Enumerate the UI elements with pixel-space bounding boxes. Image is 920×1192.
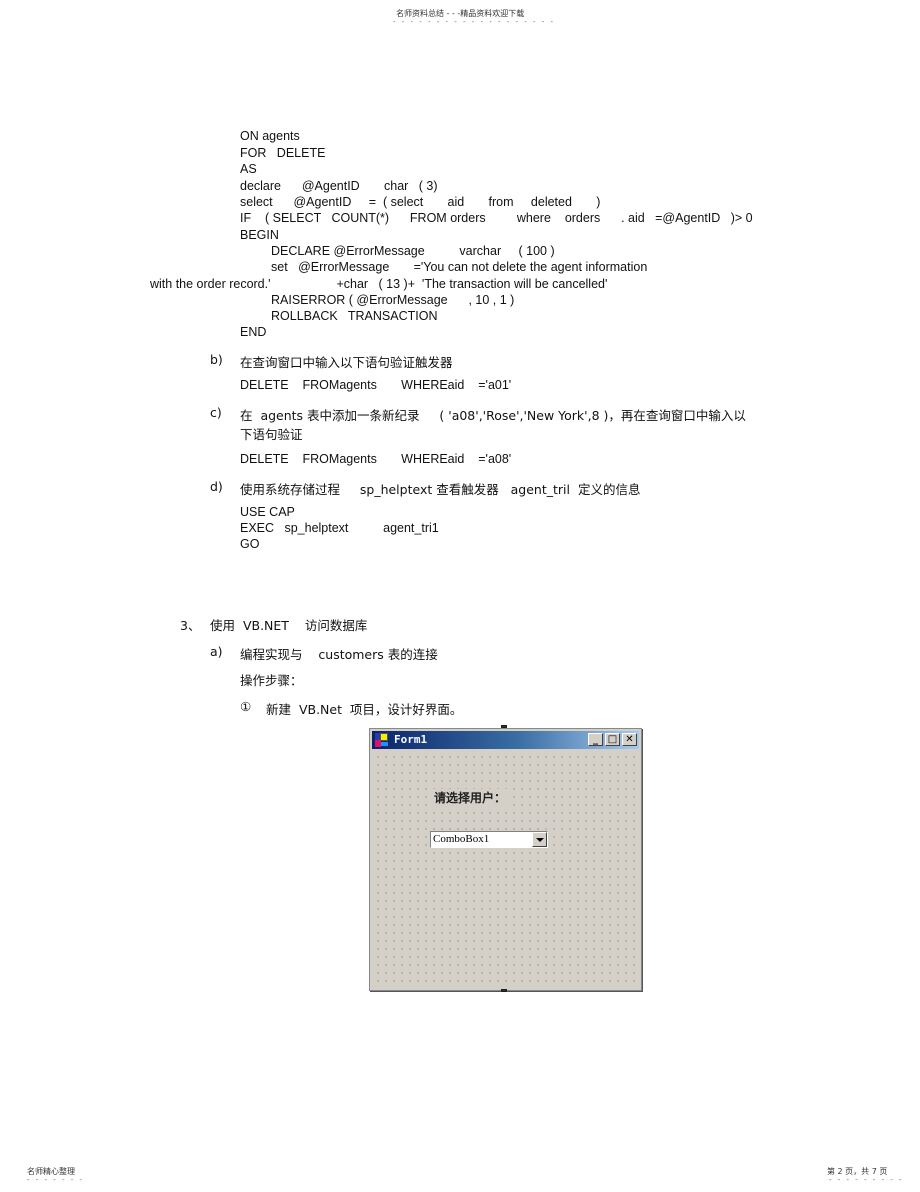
code-line: AS (240, 162, 257, 176)
minimize-button[interactable]: _ (588, 733, 603, 746)
code-line: GO (240, 537, 260, 551)
resize-handle-bottom (501, 989, 507, 992)
item-marker: c) (210, 405, 222, 420)
code-line: EXEC sp_helptext agent_tri1 (240, 521, 439, 535)
section-title: 使用 VB.NET 访问数据库 (210, 618, 368, 633)
footer-left-dots: - - - - - - - (27, 1176, 85, 1184)
code-line: RAISERROR ( @ErrorMessage , 10 , 1 ) (271, 293, 515, 307)
app-icon (375, 733, 389, 747)
code-line: with the order record.' +char ( 13 )+ 'T… (150, 277, 608, 291)
code-line: BEGIN (240, 228, 279, 242)
maximize-button[interactable]: □ (605, 733, 620, 746)
code-line: IF ( SELECT COUNT(*) FROM orders where o… (240, 211, 753, 225)
code-line: declare @AgentID char ( 3) (240, 179, 438, 193)
code-line: DECLARE @ErrorMessage varchar ( 100 ) (271, 244, 555, 258)
code-line: select @AgentID = ( select aid from dele… (240, 195, 601, 209)
code-line: DELETE FROMagents WHEREaid ='a08' (240, 452, 512, 466)
combobox-value: ComboBox1 (433, 833, 490, 845)
code-line: FOR DELETE (240, 146, 326, 160)
code-line: ON agents (240, 129, 300, 143)
page-header-dots: - - - - - - - - - - - - - - - - - - - (393, 18, 556, 26)
select-user-label: 请选择用户： (432, 789, 509, 806)
user-combobox[interactable]: ComboBox1 (430, 831, 548, 848)
item-text: 下语句验证 (240, 427, 303, 442)
form-titlebar: Form1 _ □ ✕ (372, 731, 639, 749)
item-text: 在查询窗口中输入以下语句验证触发器 (240, 355, 453, 370)
item-marker: b) (210, 352, 223, 367)
section-marker: 3、 (180, 618, 201, 633)
close-button[interactable]: ✕ (622, 733, 637, 746)
item-marker: d) (210, 479, 223, 494)
item-text: 编程实现与 customers 表的连接 (240, 647, 438, 662)
step-marker: ① (240, 699, 252, 714)
item-text: 在 agents 表中添加一条新纪录 ( 'a08','Rose','New Y… (240, 408, 746, 423)
footer-right-dots: - - - - - - - - - (829, 1176, 904, 1184)
item-text: 使用系统存储过程 sp_helptext 查看触发器 agent_tril 定义… (240, 482, 641, 497)
code-line: ROLLBACK TRANSACTION (271, 309, 438, 323)
dropdown-arrow-icon[interactable] (532, 832, 547, 847)
form-title: Form1 (394, 733, 428, 746)
item-marker: a) (210, 644, 223, 659)
vb-form-window: Form1 _ □ ✕ 请选择用户： ComboBox1 (369, 728, 642, 991)
form-design-surface: 请选择用户： ComboBox1 (372, 751, 639, 988)
code-line: USE CAP (240, 505, 295, 519)
step-text: 新建 VB.Net 项目，设计好界面。 (266, 702, 463, 717)
code-line: DELETE FROMagents WHEREaid ='a01' (240, 378, 512, 392)
code-line: set @ErrorMessage ='You can not delete t… (271, 260, 648, 274)
steps-label: 操作步骤： (240, 673, 303, 688)
code-line: END (240, 325, 267, 339)
